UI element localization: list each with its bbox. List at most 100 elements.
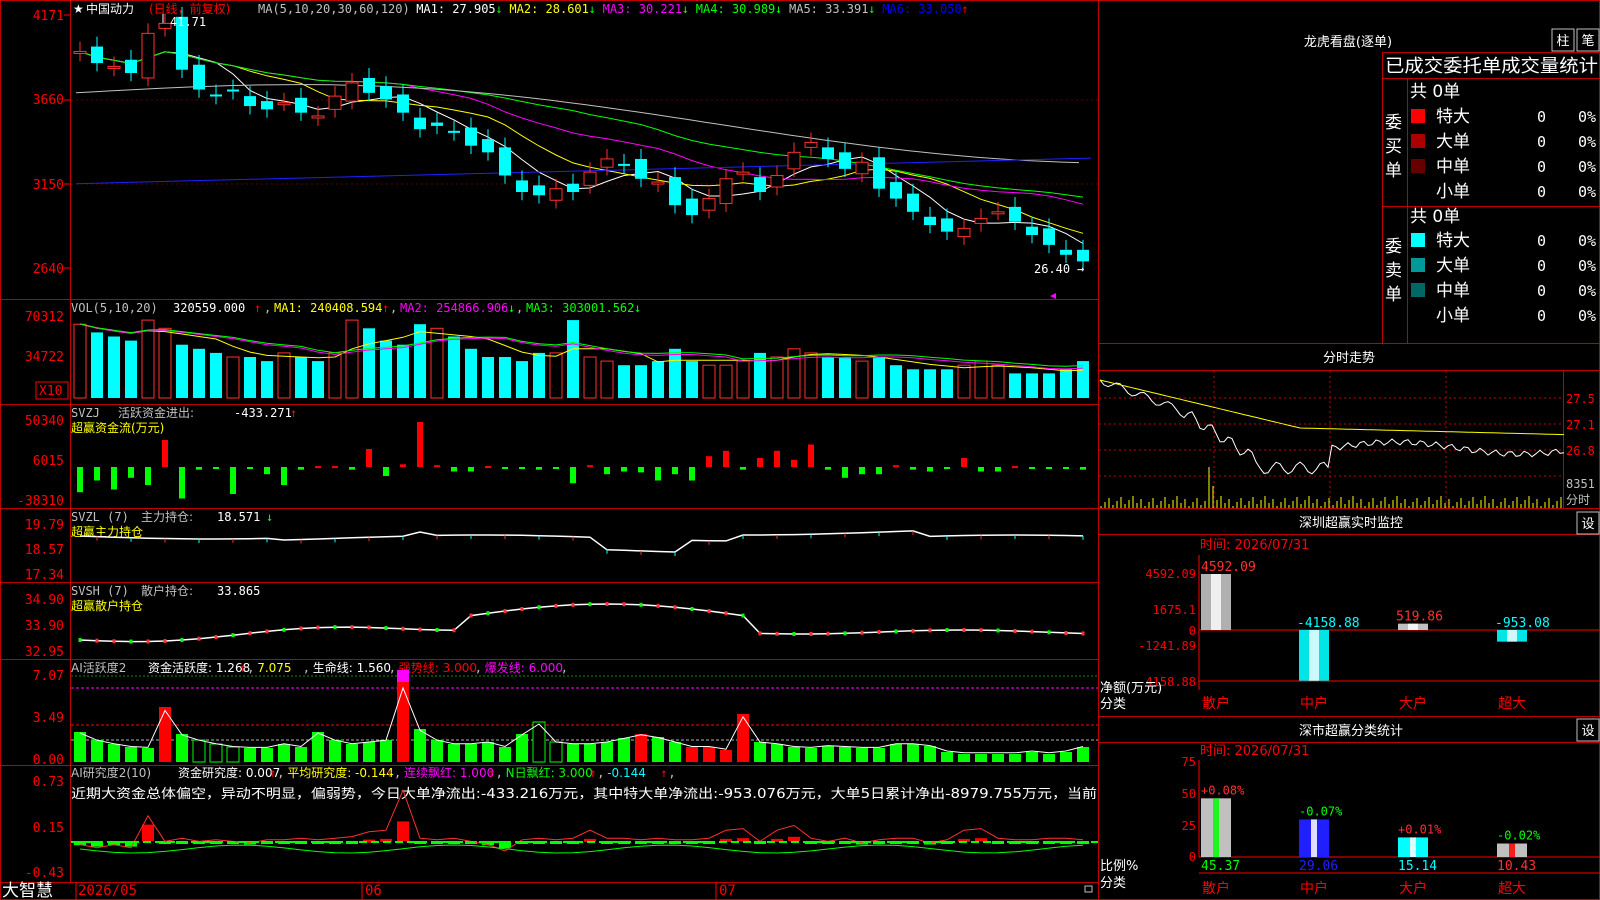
svzj-bar (349, 467, 355, 470)
ma-legend-dir: ↓ (495, 2, 502, 16)
volume-bar (770, 356, 784, 399)
volume-bar (345, 319, 359, 399)
monitor-settings-label[interactable]: 设 (1581, 517, 1594, 532)
svsh-marker (231, 633, 235, 638)
vol-legend-item: MA2: 254866.906 (400, 301, 508, 315)
svsh-marker (843, 631, 847, 636)
svzj-bar (791, 459, 797, 467)
svzj-bar (230, 467, 236, 494)
volume-bar (533, 352, 545, 398)
volume-bar (448, 336, 460, 398)
svzl-line (79, 530, 1084, 556)
svsh-marker (248, 631, 252, 636)
volume-unit[interactable]: X10 (39, 384, 62, 399)
classstat-category: 大户 (1399, 880, 1427, 897)
volume-bar (804, 352, 818, 399)
classstat-title: 深市超赢分类统计 (1299, 723, 1403, 739)
legend-sep: , (475, 661, 482, 675)
svzj-bar (1063, 467, 1069, 469)
lock-icon[interactable] (1084, 885, 1093, 893)
row-percent: 0% (1578, 108, 1596, 126)
svsh-marker (1047, 630, 1051, 635)
candle-body (839, 152, 851, 169)
date-axis: 大智慧 2026/05 06 07 (2, 881, 1093, 900)
candle-body (244, 96, 256, 107)
svzj-axis-label: 6015 (33, 454, 64, 469)
ai-active-bar (652, 737, 664, 762)
ai-active-bar (754, 742, 766, 762)
dragon-title: 龙虎看盘(逐单) (1304, 34, 1392, 50)
intraday-avg-line (1099, 379, 1565, 436)
intraday-lines (1099, 379, 1565, 508)
monitor-axis-label: -1241.89 (1138, 639, 1196, 653)
volume-bar (482, 357, 494, 398)
tick-view-tab-label[interactable]: 笔 (1581, 33, 1594, 49)
svzj-bar (434, 465, 440, 468)
candle-body (702, 198, 716, 211)
svzj-bar (689, 467, 695, 481)
intraday-volume-label: 8351 (1566, 477, 1595, 491)
ai-active-bar (499, 747, 511, 762)
monitor-title: 深圳超赢实时监控 (1299, 515, 1403, 531)
ma-line (79, 51, 1084, 198)
classstat-xlabel: 分类 (1100, 876, 1126, 891)
bar-view-tab-label[interactable]: 柱 (1556, 34, 1569, 49)
classstat-settings-label[interactable]: 设 (1581, 724, 1594, 739)
svzj-bar (298, 467, 304, 470)
ai-research-bar (788, 836, 800, 841)
ai-research-bar (397, 821, 409, 841)
vol-legend-item: MA1: 240408.594 (274, 301, 382, 315)
candle-body (924, 216, 936, 226)
ai-active-bar (244, 748, 256, 762)
ai-research-header: AI研究度2(10) 资金研究度: 0.007↑, 平均研究度: -0.144↑,… (71, 765, 1097, 802)
monitor-category: 散户 (1202, 695, 1230, 712)
svsh-axis-label: 34.90 (25, 593, 64, 608)
svzj-bar (621, 467, 627, 472)
candle-body (974, 217, 988, 224)
period-label[interactable]: (日线，前复权) (149, 1, 230, 16)
svzj-bar (213, 467, 219, 469)
stock-name[interactable]: 中国动力 (86, 1, 134, 16)
candle-body (1009, 206, 1021, 222)
svzj-bar (111, 467, 117, 490)
monitor-category: 中户 (1300, 695, 1328, 712)
ai-active-bar (209, 743, 223, 763)
ai-active-bar (941, 752, 953, 762)
svsh-marker (129, 639, 133, 644)
svzj-bar (808, 444, 814, 467)
svsh-marker (1030, 629, 1034, 634)
svsh-axis: 34.90 33.90 32.95 (25, 593, 64, 660)
ai-active-bar (108, 744, 120, 762)
date-label: 2026/05 (78, 883, 137, 899)
row-name: 小单 (1436, 306, 1470, 326)
row-value: 0 (1537, 133, 1546, 151)
ma-legend: MA1: 27.905 ↓ MA2: 28.601 ↓ MA3: 30.221 ↓ MA4:… (416, 2, 968, 16)
volume-bar (890, 365, 902, 398)
svsh-line (78, 602, 1085, 644)
monitor-category: 大户 (1399, 695, 1427, 712)
candle-body (787, 151, 801, 170)
svzj-bar (995, 467, 1001, 472)
ai-active-bar (346, 744, 358, 762)
app-brand[interactable]: 大智慧 (2, 881, 53, 900)
svsh-marker (741, 613, 745, 618)
ai-active-bar (1077, 747, 1089, 762)
volume-bar (244, 357, 256, 398)
classstat-bar-stripe (1213, 798, 1219, 857)
ai-active-axis-label: 3.49 (33, 711, 64, 726)
svsh-marker (945, 628, 949, 633)
volume-axis-label: 70312 (25, 310, 64, 325)
ai-active-axis-label: 7.07 (33, 669, 64, 684)
volume-bar (583, 356, 597, 399)
buy-label-char: 单 (1385, 161, 1402, 181)
ma-line (79, 51, 1084, 234)
svsh-marker (78, 638, 82, 642)
volume-bar (312, 361, 324, 398)
volume-bar (873, 357, 885, 398)
row-percent: 0% (1578, 257, 1596, 275)
legend-item: N日飘红: 3.000 (506, 765, 593, 780)
row-value: 0 (1537, 183, 1546, 201)
candlesticks[interactable] (73, 6, 1089, 270)
svzl-header: SVZL (7) 主力持仓: 18.571 ↓ 超赢主力持仓 (71, 509, 273, 539)
svzj-bar (400, 464, 406, 467)
